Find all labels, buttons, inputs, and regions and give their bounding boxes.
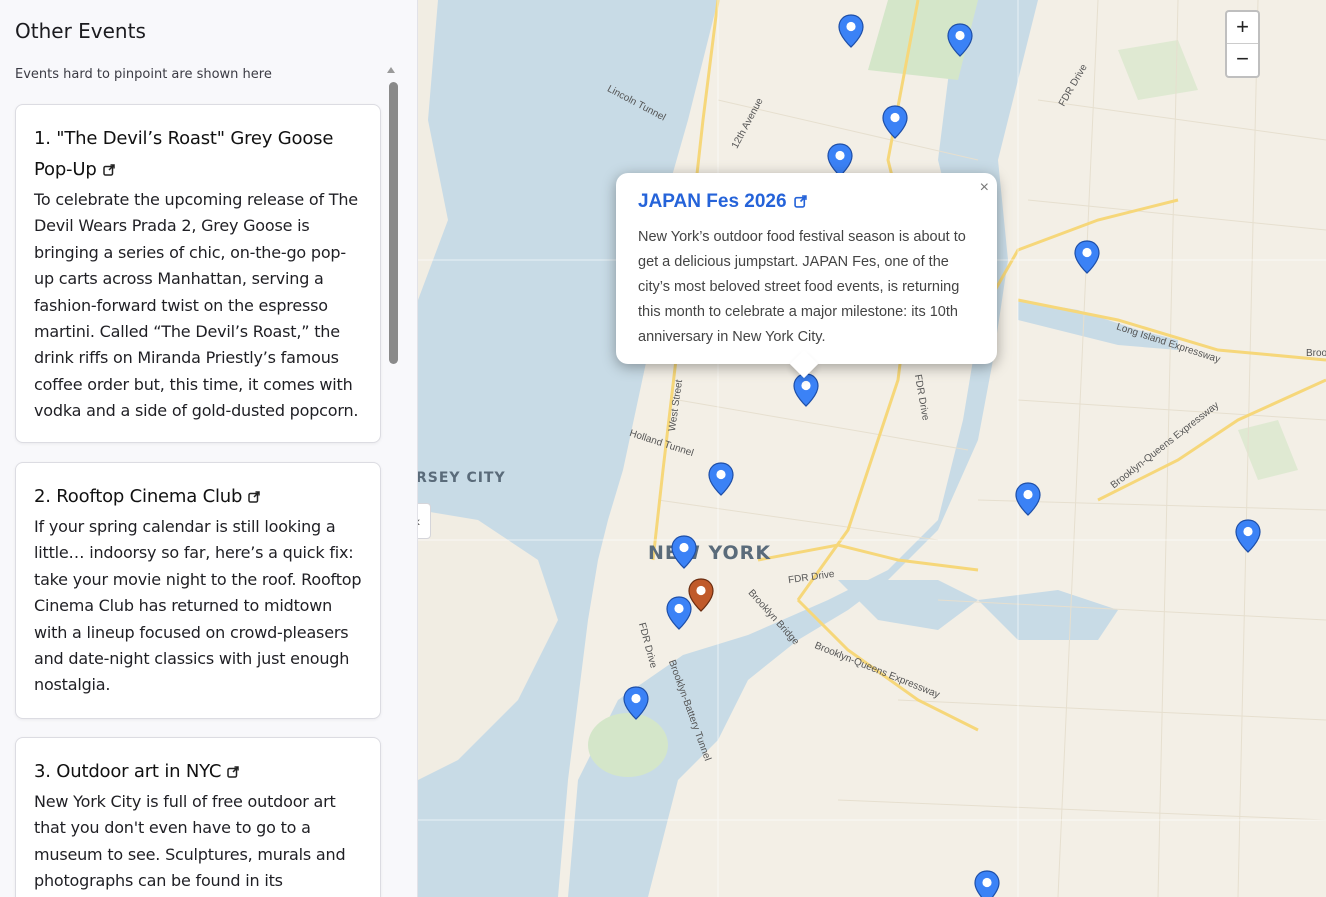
event-card[interactable]: 2. Rooftop Cinema Club If your spring ca… [15,462,381,719]
map-label-new-york: NEW YORK [648,542,772,564]
external-link-icon[interactable] [793,195,807,208]
map-marker-pin-icon[interactable] [974,870,1000,897]
event-title[interactable]: 2. Rooftop Cinema Club [34,481,362,512]
event-card[interactable]: 3. Outdoor art in NYC New York City is f… [15,737,381,897]
map-label-broo: Broo [1306,348,1326,359]
popup-title-link[interactable]: JAPAN Fes 2026 [638,191,975,213]
sidebar-title: Other Events [15,19,146,43]
map-marker-pin-icon[interactable] [793,373,819,407]
sidebar-subtitle: Events hard to pinpoint are shown here [15,67,272,82]
map-marker-pin-icon[interactable] [1015,482,1041,516]
external-link-icon[interactable] [227,766,240,778]
map-marker-pin-icon[interactable] [947,23,973,57]
map-marker-pin-icon[interactable] [1235,519,1261,553]
map-marker-pin-icon[interactable] [666,596,692,630]
event-popup: × JAPAN Fes 2026 New York’s outdoor food… [616,173,997,379]
external-link-icon[interactable] [102,164,115,176]
event-description: If your spring calendar is still looking… [34,517,362,695]
map-marker-pin-icon[interactable] [708,462,734,496]
collapse-sidebar-button[interactable]: ‹ [418,503,431,539]
map-marker-pin-icon[interactable] [882,105,908,139]
map-marker-pin-icon[interactable] [671,535,697,569]
external-link-icon[interactable] [248,491,260,503]
scrollbar-thumb[interactable] [389,82,398,364]
map-tiles[interactable] [418,0,1326,897]
event-description: To celebrate the upcoming release of The… [34,190,359,421]
zoom-out-button[interactable]: − [1227,44,1258,76]
popup-description: New York’s outdoor food festival season … [638,229,966,345]
scroll-up-arrow[interactable] [387,67,395,73]
zoom-control: + − [1225,10,1260,78]
map-marker-pin-icon[interactable] [1074,240,1100,274]
popup-close-button[interactable]: × [980,179,989,197]
event-title[interactable]: 3. Outdoor art in NYC [34,756,362,787]
zoom-in-button[interactable]: + [1227,12,1258,44]
event-card[interactable]: 1. "The Devil’s Roast" Grey Goose Pop-Up… [15,104,381,443]
event-description: New York City is full of free outdoor ar… [34,792,346,891]
map-marker-pin-icon[interactable] [623,686,649,720]
map-label-jersey-city: RSEY CITY [418,470,506,486]
map-marker-pin-icon[interactable] [827,143,853,177]
event-title[interactable]: 1. "The Devil’s Roast" Grey Goose Pop-Up [34,123,362,185]
events-sidebar: Other Events Events hard to pinpoint are… [0,0,418,897]
event-map[interactable]: NEW YORK RSEY CITY Lincoln Tunnel Hollan… [418,0,1326,897]
map-marker-pin-icon[interactable] [838,14,864,48]
